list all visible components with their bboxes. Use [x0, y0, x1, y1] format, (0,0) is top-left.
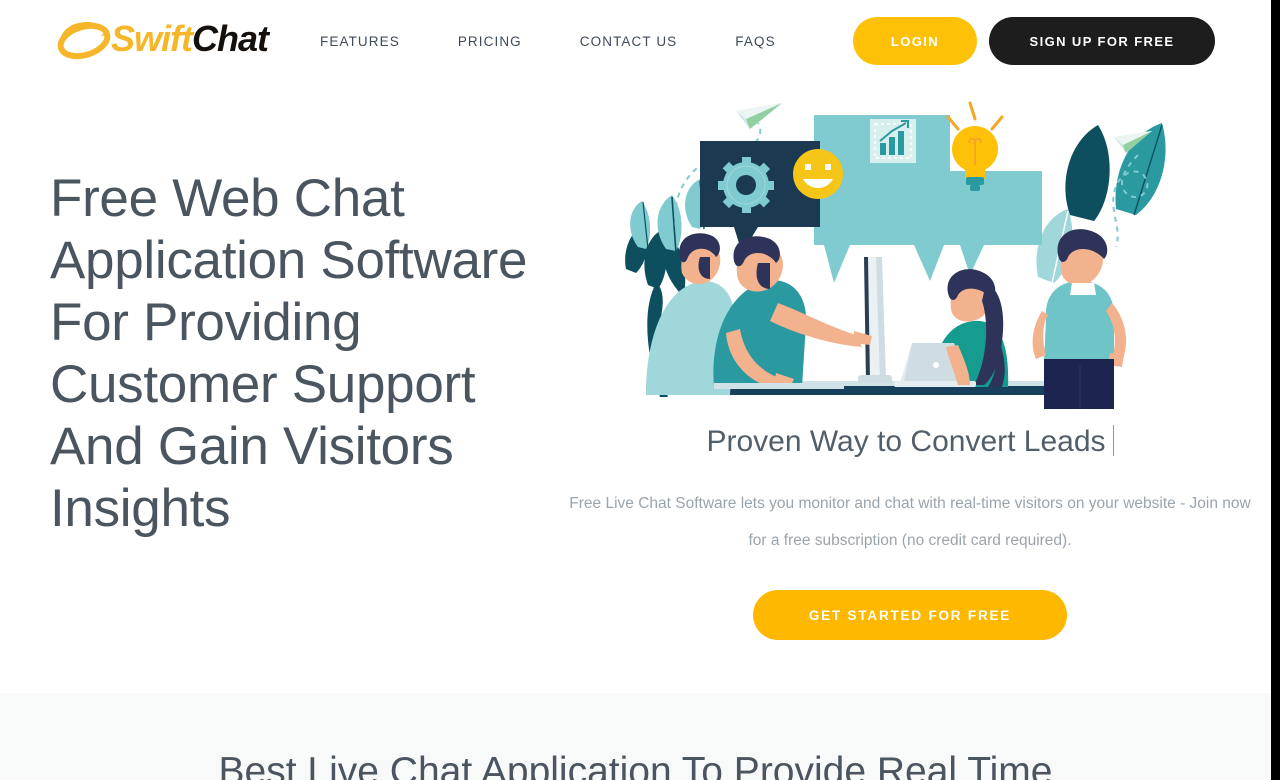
nav-item-features[interactable]: FEATURES: [320, 30, 400, 53]
signup-button[interactable]: SIGN UP FOR FREE: [989, 17, 1215, 65]
logo-text-chat: Chat: [192, 18, 269, 59]
smiley-face-icon: [793, 149, 843, 199]
header-actions: LOGIN SIGN UP FOR FREE: [853, 17, 1215, 65]
page-content: SwiftChat FEATURES PRICING CONTACT US FA…: [0, 0, 1271, 780]
get-started-button[interactable]: GET STARTED FOR FREE: [753, 590, 1067, 640]
page-scrollbar[interactable]: [1271, 0, 1280, 780]
typing-cursor: [1112, 425, 1114, 456]
hero-right-column: Proven Way to Convert Leads Free Live Ch…: [560, 82, 1260, 693]
hero-cta-container: GET STARTED FOR FREE: [560, 590, 1260, 640]
gear-icon: [718, 157, 774, 213]
nav-item-contact-us[interactable]: CONTACT US: [580, 30, 678, 53]
paper-plane-icon: [736, 103, 782, 129]
site-logo[interactable]: SwiftChat: [57, 16, 269, 62]
page-root: SwiftChat FEATURES PRICING CONTACT US FA…: [0, 0, 1280, 780]
nav-item-faqs[interactable]: FAQS: [735, 30, 775, 53]
nav-item-pricing[interactable]: PRICING: [458, 30, 522, 53]
login-button[interactable]: LOGIN: [853, 17, 977, 65]
hero-typed-heading: Proven Way to Convert Leads: [560, 422, 1260, 462]
features-section: Best Live Chat Application To Provide Re…: [0, 693, 1271, 780]
hero-title: Free Web Chat Application Software For P…: [50, 169, 528, 538]
hero-description: Free Live Chat Software lets you monitor…: [569, 495, 1251, 549]
site-header: SwiftChat FEATURES PRICING CONTACT US FA…: [0, 0, 1271, 82]
hero-section: Free Web Chat Application Software For P…: [0, 82, 1271, 693]
features-section-title: Best Live Chat Application To Provide Re…: [218, 750, 1053, 780]
main-navigation: FEATURES PRICING CONTACT US FAQS: [320, 30, 776, 53]
logo-text-swift: Swift: [111, 18, 193, 59]
swoosh-chart-icon: [57, 18, 115, 60]
hero-typed-heading-text: Proven Way to Convert Leads: [706, 425, 1106, 458]
